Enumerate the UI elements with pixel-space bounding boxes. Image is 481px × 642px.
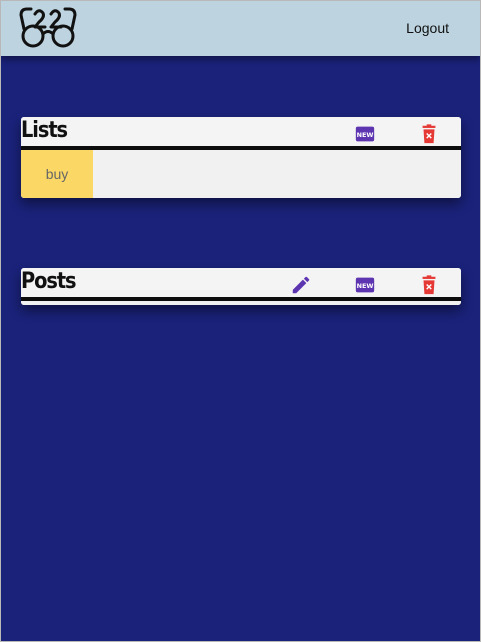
- posts-panel: Posts NEW: [21, 268, 461, 305]
- list-item-buy[interactable]: buy: [21, 150, 93, 198]
- lists-panel: Lists NEW buy: [21, 117, 461, 198]
- glasses-logo-icon[interactable]: [17, 5, 79, 49]
- posts-panel-body: [21, 301, 461, 305]
- lists-panel-header: Lists NEW: [21, 117, 461, 150]
- svg-text:NEW: NEW: [357, 282, 374, 290]
- trash-delete-icon[interactable]: [418, 274, 440, 296]
- pencil-icon[interactable]: [290, 274, 312, 296]
- lists-title: Lists: [21, 118, 68, 143]
- top-nav-bar: Logout: [1, 1, 480, 56]
- new-badge-icon[interactable]: NEW: [354, 123, 376, 145]
- trash-delete-icon[interactable]: [418, 123, 440, 145]
- posts-title: Posts: [21, 269, 77, 294]
- logout-link[interactable]: Logout: [406, 20, 449, 36]
- lists-panel-body: buy: [21, 150, 461, 198]
- new-badge-icon[interactable]: NEW: [354, 274, 376, 296]
- posts-panel-header: Posts NEW: [21, 268, 461, 301]
- svg-text:NEW: NEW: [357, 131, 374, 139]
- window-frame: [0, 0, 481, 642]
